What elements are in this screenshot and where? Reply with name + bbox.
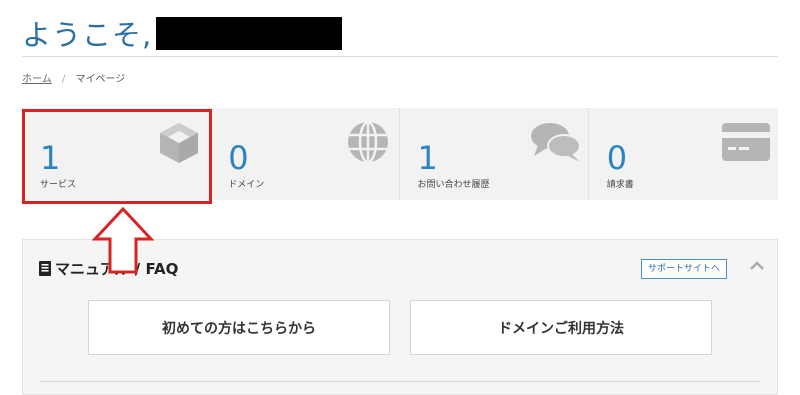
stat-domains-label: ドメイン [228,180,265,190]
redacted-username [156,16,343,50]
stat-inquiries-value: 1 [417,139,438,177]
chat-bubbles-icon [530,120,582,168]
stat-inquiries[interactable]: 1 お問い合わせ履歴 [400,108,589,200]
book-icon [39,261,51,276]
support-site-button[interactable]: サポートサイトへ [641,259,728,279]
breadcrumb: ホーム / マイページ [22,70,125,85]
panel-divider [39,381,761,382]
welcome-text: ようこそ, [22,18,153,52]
header-divider [22,56,778,57]
highlight-box [22,109,212,204]
stat-invoices-value: 0 [606,139,628,177]
breadcrumb-home-link[interactable]: ホーム [22,74,52,85]
breadcrumb-current: マイページ [75,74,126,85]
domain-usage-button[interactable]: ドメインご利用方法 [410,300,712,355]
beginners-guide-button[interactable]: 初めての方はこちらから [88,300,390,355]
stat-inquiries-label: お問い合わせ履歴 [417,180,490,190]
credit-card-icon [721,122,771,166]
arrow-up-icon [91,206,155,279]
stat-invoices-label: 請求書 [606,180,634,190]
breadcrumb-separator: / [61,74,66,85]
stat-invoices[interactable]: 0 請求書 [589,108,778,200]
stat-domains[interactable]: 0 ドメイン [210,108,400,200]
globe-icon [346,120,390,168]
chevron-up-icon[interactable] [747,256,767,276]
welcome-heading: ようこそ, [22,12,343,54]
stat-domains-value: 0 [228,139,249,177]
